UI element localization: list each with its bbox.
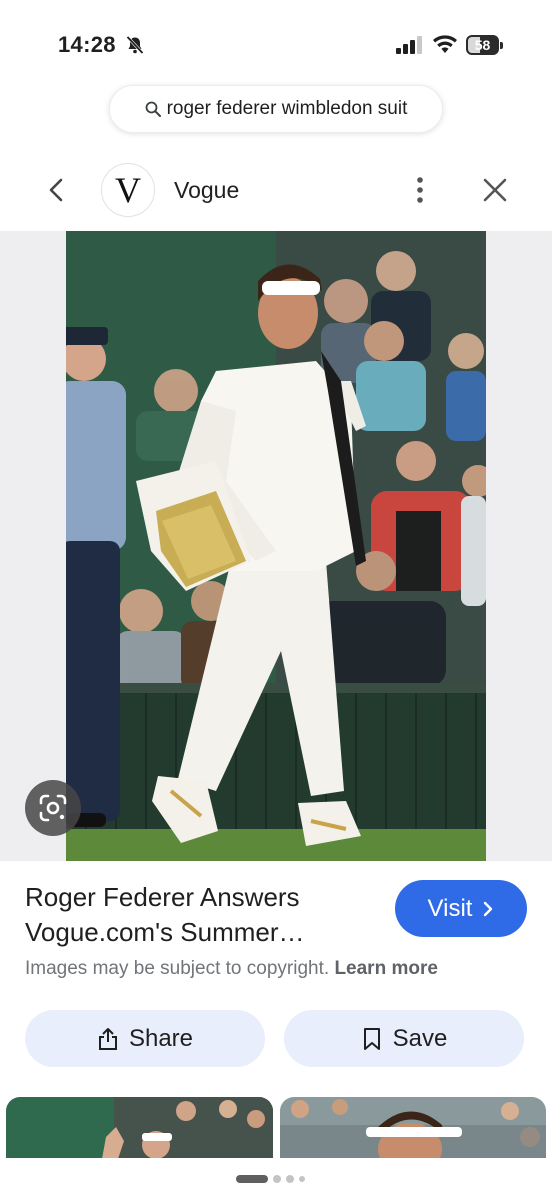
close-icon[interactable] [481,176,509,204]
visit-button[interactable]: Visit [395,880,527,937]
battery-icon: 58 [466,35,503,55]
status-bar: 14:28 58 [0,0,552,86]
related-image-thumbnail[interactable] [6,1097,273,1159]
bookmark-icon [363,1027,380,1050]
page-indicator [236,1175,305,1183]
result-photo[interactable] [66,231,486,861]
copyright-text: Images may be subject to copyright. [25,958,330,979]
viewer-header [0,150,552,230]
status-time: 14:28 [58,32,116,57]
google-lens-icon [39,794,67,822]
wifi-icon [433,35,457,53]
signal-icon [396,36,422,54]
result-title[interactable]: Roger Federer Answers Vogue.com's Summer… [25,880,375,950]
more-vertical-icon[interactable] [408,174,432,206]
search-bar[interactable]: roger federer wimbledon suit [109,85,443,133]
learn-more-link[interactable]: Learn more [334,958,437,979]
save-label: Save [392,1024,448,1052]
chevron-right-icon [484,901,493,916]
page-dot [273,1175,281,1183]
share-icon [98,1027,117,1050]
google-lens-button[interactable] [25,780,81,836]
search-icon [145,101,161,117]
share-button[interactable]: Share [25,1010,265,1067]
back-arrow-icon[interactable] [44,176,70,204]
image-viewer-screen: 14:28 58 roger federer wimbledon suit V … [0,0,552,1200]
visit-label: Visit [427,894,473,922]
save-button[interactable]: Save [284,1010,524,1067]
source-logo[interactable]: V [101,163,155,217]
battery-level: 58 [474,37,491,53]
copyright-notice: Images may be subject to copyright. Lear… [25,958,438,980]
search-query: roger federer wimbledon suit [166,98,408,119]
page-dot-active [236,1175,268,1183]
share-label: Share [128,1024,194,1052]
source-name[interactable]: Vogue [174,177,239,204]
page-dot [286,1175,294,1183]
page-dot [299,1176,305,1182]
bell-slash-icon [126,35,144,55]
related-image-thumbnail[interactable] [280,1097,546,1159]
